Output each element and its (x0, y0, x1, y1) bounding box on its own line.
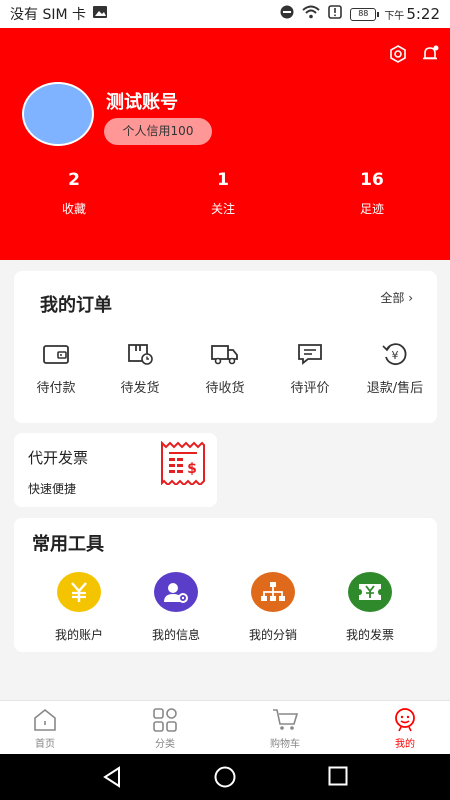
home-circle-icon[interactable] (214, 766, 236, 788)
comment-icon (298, 344, 322, 365)
orders-all-label: 全部 (380, 291, 405, 305)
order-refund-aftersale[interactable]: ¥ 退款/售后 (353, 341, 437, 396)
order-refund-aftersale-label: 退款/售后 (366, 381, 424, 396)
truck-icon (211, 345, 238, 365)
back-icon[interactable] (102, 766, 122, 788)
stat-following[interactable]: 1 关注 (173, 170, 273, 217)
tool-my-info[interactable]: 我的信息 (131, 572, 221, 643)
settings-hexagon-icon[interactable] (388, 44, 408, 64)
tab-home[interactable]: 首页 (10, 707, 80, 750)
status-bar: 没有 SIM 卡 88 下午 5:22 (0, 0, 450, 28)
orders-title: 我的订单 (40, 295, 112, 316)
package-clock-icon (128, 344, 153, 365)
home-icon (34, 708, 56, 731)
tool-my-account[interactable]: 我的账户 (34, 572, 124, 643)
system-nav-bar (0, 754, 450, 800)
dnd-icon (280, 5, 294, 23)
tab-mine[interactable]: 我的 (370, 707, 440, 750)
notification-bell-icon[interactable] (420, 44, 440, 64)
stat-footprints-value: 16 (360, 170, 384, 190)
stat-favorites-value: 2 (68, 170, 80, 190)
tool-my-invoice-label: 我的发票 (345, 628, 394, 642)
yen-icon (57, 572, 101, 612)
carrier-text: 没有 SIM 卡 (10, 7, 86, 23)
user-gear-icon (154, 572, 198, 612)
tab-cart-label: 购物车 (270, 739, 300, 750)
chevron-right-icon: › (408, 291, 413, 305)
orders-all-link[interactable]: 全部 › (380, 289, 413, 306)
stat-following-label: 关注 (210, 202, 235, 216)
avatar[interactable] (22, 82, 94, 146)
stat-favorites-label: 收藏 (61, 202, 86, 216)
stat-following-value: 1 (217, 170, 229, 190)
order-pending-payment[interactable]: 待付款 (14, 341, 98, 396)
invoice-subtitle: 快速便捷 (28, 482, 77, 496)
tab-mine-label: 我的 (395, 739, 415, 750)
ticket-yen-icon (348, 572, 392, 612)
order-pending-review[interactable]: 待评价 (268, 341, 352, 396)
image-icon (92, 5, 108, 23)
tool-my-invoice[interactable]: 我的发票 (325, 572, 415, 643)
invoice-card[interactable]: 代开发票 快速便捷 $ (14, 433, 217, 507)
user-face-icon (395, 708, 415, 732)
tools-title: 常用工具 (32, 534, 104, 555)
tool-my-account-label: 我的账户 (54, 628, 103, 642)
order-pending-shipment-label: 待发货 (120, 381, 160, 396)
cart-icon (273, 709, 299, 730)
order-pending-receipt[interactable]: 待收货 (183, 341, 267, 396)
tools-card: 常用工具 我的账户 我的信息 我的分销 我的发票 (14, 518, 437, 652)
svg-text:¥: ¥ (392, 349, 399, 362)
order-pending-receipt-label: 待收货 (205, 381, 245, 396)
order-pending-shipment[interactable]: 待发货 (98, 341, 182, 396)
order-pending-payment-label: 待付款 (36, 381, 76, 396)
credit-badge[interactable]: 个人信用100 (104, 118, 212, 145)
tab-home-label: 首页 (35, 739, 55, 750)
battery-icon: 88 (350, 7, 380, 21)
alert-icon (328, 5, 343, 23)
tab-category-label: 分类 (155, 739, 175, 750)
invoice-receipt-icon: $ (161, 441, 205, 485)
wallet-icon (43, 345, 69, 364)
tool-my-info-label: 我的信息 (151, 628, 200, 642)
invoice-title: 代开发票 (28, 449, 89, 467)
orders-card: 我的订单 全部 › 待付款 待发货 待收货 待评价 ¥ 退款/售后 (14, 271, 437, 423)
profile-header: 测试账号 个人信用100 2 收藏 1 关注 16 足迹 (0, 28, 450, 260)
svg-text:$: $ (187, 461, 197, 477)
stat-favorites[interactable]: 2 收藏 (24, 170, 124, 217)
username: 测试账号 (106, 92, 178, 113)
refund-yen-icon: ¥ (382, 343, 407, 366)
ampm-text: 下午 (384, 10, 405, 22)
tab-cart[interactable]: 购物车 (250, 707, 320, 750)
clock-text: 5:22 (406, 5, 440, 23)
stat-footprints-label: 足迹 (359, 202, 384, 216)
wifi-icon (302, 5, 320, 23)
stat-footprints[interactable]: 16 足迹 (322, 170, 422, 217)
order-pending-review-label: 待评价 (290, 381, 330, 396)
tab-category[interactable]: 分类 (130, 707, 200, 750)
network-icon (251, 572, 295, 612)
grid-icon (153, 708, 177, 732)
tool-my-distribution-label: 我的分销 (248, 628, 297, 642)
tool-my-distribution[interactable]: 我的分销 (228, 572, 318, 643)
recents-square-icon[interactable] (328, 766, 348, 786)
bottom-tab-bar: 首页 分类 购物车 我的 (0, 700, 450, 754)
